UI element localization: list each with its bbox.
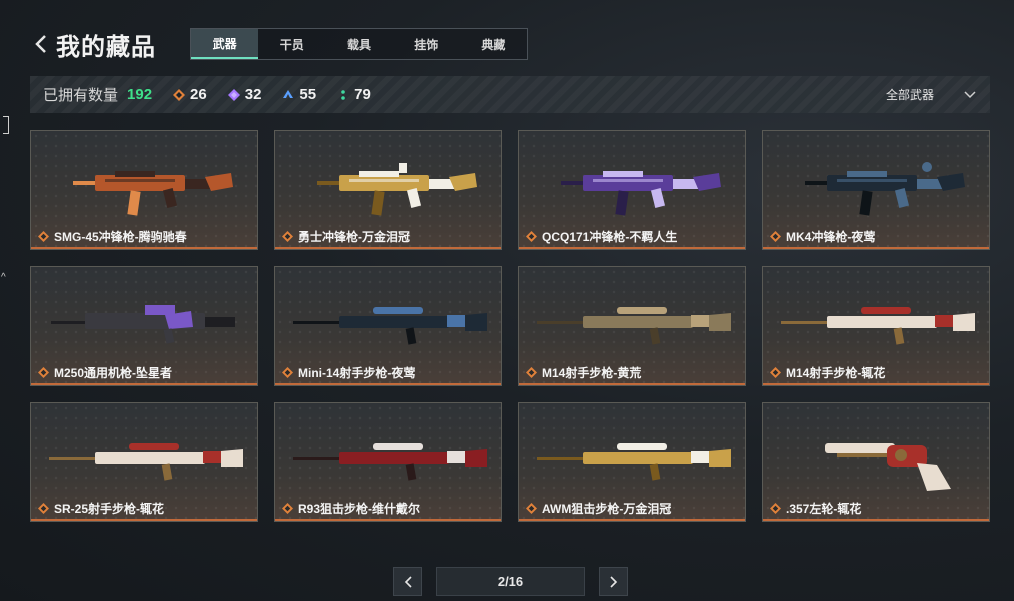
weapon-image [45,143,245,223]
weapon-name-row: Mini-14射手步枪-夜莺 [281,364,415,381]
weapon-skin-card[interactable]: MK4冲锋枪-夜莺 [762,130,990,250]
blue-chevron-icon [281,88,295,102]
weapon-name: M14射手步枪-黄荒 [542,366,642,380]
owned-count-label: 已拥有数量 [43,87,119,104]
purple-diamond-icon [227,88,241,102]
tab-charms[interactable]: 挂饰 [393,29,460,59]
orange-diamond-icon [769,503,781,515]
chevron-right-icon [609,575,617,588]
chevron-left-icon [35,35,46,53]
weapon-skin-card[interactable]: M14射手步枪-辄花 [762,266,990,386]
weapon-name: .357左轮-辄花 [786,502,862,516]
weapon-name-row: SMG-45冲锋枪-腾驹驰春 [37,228,187,245]
owned-count-total: 192 [127,86,153,103]
weapon-name-row: M250通用机枪-坠星者 [37,364,172,381]
rarity-count-value: 79 [354,86,371,103]
orange-diamond-icon [281,367,293,379]
weapon-filter-dropdown[interactable]: 全部武器 [886,76,976,113]
rarity-count-orange: 26 [172,86,207,103]
weapon-name: M14射手步枪-辄花 [786,366,886,380]
ownership-stats-bar: 已拥有数量 192 26 32 55 79 全部武器 [30,76,990,113]
chevron-down-icon [964,90,976,98]
weapon-name-row: SR-25射手步枪-辄花 [37,500,164,517]
weapon-skin-card[interactable]: SMG-45冲锋枪-腾驹驰春 [30,130,258,250]
weapon-image [777,415,977,495]
weapon-name: SR-25射手步枪-辄花 [54,502,165,516]
weapon-skin-card[interactable]: Mini-14射手步枪-夜莺 [274,266,502,386]
page-indicator: 2/16 [436,567,585,596]
orange-diamond-icon [525,231,537,243]
orange-diamond-icon [525,367,537,379]
back-button[interactable] [30,27,52,61]
orange-diamond-icon [37,503,49,515]
weapon-skin-card[interactable]: SR-25射手步枪-辄花 [30,402,258,522]
weapon-name-row: M14射手步枪-黄荒 [525,364,641,381]
chevron-left-icon [404,575,412,588]
weapon-skin-card[interactable]: 勇士冲锋枪-万金泪冠 [274,130,502,250]
weapon-image [289,143,489,223]
weapon-name-row: AWM狙击步枪-万金泪冠 [525,500,671,517]
side-bracket-marker [3,116,9,134]
rarity-count-green: 79 [336,86,371,103]
tab-vehicles[interactable]: 载具 [325,29,392,59]
rarity-count-purple: 32 [227,86,262,103]
orange-diamond-icon [281,503,293,515]
rarity-count-blue: 55 [281,86,316,103]
tab-operators[interactable]: 干员 [258,29,325,59]
weapon-skin-card[interactable]: R93狙击步枪-维什戴尔 [274,402,502,522]
orange-diamond-icon [37,367,49,379]
weapon-name-row: .357左轮-辄花 [769,500,861,517]
rarity-count-value: 26 [190,86,207,103]
weapon-name: SMG-45冲锋枪-腾驹驰春 [54,230,187,244]
page-header: 我的藏品 [30,26,156,62]
tab-weapons[interactable]: 武器 [191,29,259,59]
rarity-count-value: 55 [299,86,317,103]
chevron-up-icon: ^ [1,272,6,283]
weapon-name: 勇士冲锋枪-万金泪冠 [298,230,410,244]
weapon-image [45,279,245,359]
weapon-skin-card[interactable]: .357左轮-辄花 [762,402,990,522]
weapon-image [533,415,733,495]
weapon-name: R93狙击步枪-维什戴尔 [298,502,421,516]
weapon-image [533,279,733,359]
rarity-count-value: 32 [244,86,262,103]
weapon-name-row: R93狙击步枪-维什戴尔 [281,500,420,517]
next-page-button[interactable] [599,567,628,596]
weapon-name-row: 勇士冲锋枪-万金泪冠 [281,228,410,245]
weapon-name: AWM狙击步枪-万金泪冠 [542,502,672,516]
weapon-name-row: MK4冲锋枪-夜莺 [769,228,875,245]
orange-diamond-icon [281,231,293,243]
page-title: 我的藏品 [56,33,156,61]
prev-page-button[interactable] [393,567,422,596]
orange-diamond-icon [769,231,781,243]
orange-diamond-icon [37,231,49,243]
orange-diamond-icon [172,88,186,102]
weapon-name-row: QCQ171冲锋枪-不羁人生 [525,228,677,245]
weapon-name: QCQ171冲锋枪-不羁人生 [542,230,678,244]
weapon-skin-card[interactable]: M250通用机枪-坠星者 [30,266,258,386]
orange-diamond-icon [525,503,537,515]
category-tabs: 武器 干员 载具 挂饰 典藏 [190,28,528,60]
weapon-name: M250通用机枪-坠星者 [54,366,173,380]
green-dots-icon [336,88,350,102]
weapon-image [777,143,977,223]
weapon-name-row: M14射手步枪-辄花 [769,364,885,381]
weapon-image [289,415,489,495]
weapon-name: Mini-14射手步枪-夜莺 [298,366,416,380]
tab-collection[interactable]: 典藏 [460,29,527,59]
weapon-name: MK4冲锋枪-夜莺 [786,230,876,244]
filter-selected-value: 全部武器 [885,88,934,102]
weapon-skin-card[interactable]: AWM狙击步枪-万金泪冠 [518,402,746,522]
weapon-image [777,279,977,359]
weapon-image [289,279,489,359]
weapon-image [533,143,733,223]
weapon-skin-card[interactable]: QCQ171冲锋枪-不羁人生 [518,130,746,250]
weapon-image [45,415,245,495]
orange-diamond-icon [769,367,781,379]
weapon-skin-card[interactable]: M14射手步枪-黄荒 [518,266,746,386]
pagination: 2/16 [393,567,628,596]
